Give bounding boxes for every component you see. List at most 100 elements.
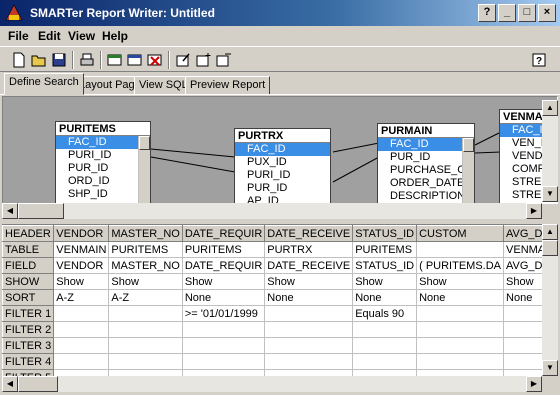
field-row[interactable]: PURI_ID xyxy=(235,169,330,182)
grid-cell[interactable]: ( PURITEMS.DA xyxy=(416,257,505,274)
diagram-vertical-scrollbar[interactable]: ▲ ▼ xyxy=(542,100,558,202)
field-row[interactable]: PUX_ID xyxy=(235,156,330,169)
close-button[interactable]: × xyxy=(538,4,556,22)
grid-cell[interactable] xyxy=(352,353,418,370)
grid-cell[interactable] xyxy=(264,321,354,338)
grid-cell[interactable]: VENMAIN xyxy=(503,241,542,258)
scroll-left-arrow-icon[interactable]: ◀ xyxy=(2,376,18,392)
grid-cell[interactable] xyxy=(503,305,542,322)
scroll-thumb[interactable] xyxy=(542,240,558,256)
scroll-up-arrow-icon[interactable]: ▲ xyxy=(542,224,558,240)
field-row[interactable]: SHP_ID xyxy=(56,188,150,201)
tab-view-sql[interactable]: View SQL xyxy=(134,76,193,95)
grid-cell[interactable]: None xyxy=(352,289,418,306)
app-icon[interactable] xyxy=(5,4,23,22)
delete-field-icon[interactable] xyxy=(214,51,232,69)
grid-cell[interactable]: None xyxy=(264,289,354,306)
grid-cell[interactable] xyxy=(108,321,183,338)
grid-cell[interactable]: Equals 90 xyxy=(352,305,418,322)
field-row[interactable]: FAC_ID xyxy=(56,136,150,149)
table-box-puritems[interactable]: PURITEMS FAC_ID PURI_ID PUR_ID ORD_ID SH… xyxy=(55,121,151,203)
grid-cell[interactable]: Show xyxy=(503,273,542,290)
grid-cell[interactable]: None xyxy=(416,289,505,306)
grid-cell[interactable] xyxy=(352,337,418,354)
grid-cell[interactable]: PURITEMS xyxy=(108,241,183,258)
grid-cell[interactable] xyxy=(264,353,354,370)
column-header-cell[interactable]: DATE_RECEIVE xyxy=(264,225,354,242)
grid-cell[interactable] xyxy=(264,305,354,322)
field-row[interactable]: ORD_ID xyxy=(56,175,150,188)
table-box-purtrx[interactable]: PURTRX FAC_ID PUX_ID PURI_ID PUR_ID AP_I… xyxy=(234,128,331,203)
column-header-cell[interactable]: AVG_DAYS_T xyxy=(503,225,542,242)
grid-cell[interactable] xyxy=(264,337,354,354)
edit-field-icon[interactable] xyxy=(174,51,192,69)
grid-cell[interactable] xyxy=(108,305,183,322)
grid-cell[interactable] xyxy=(416,337,505,354)
add-table-icon[interactable] xyxy=(106,51,124,69)
menu-help[interactable]: Help xyxy=(100,28,130,44)
maximize-button[interactable]: □ xyxy=(518,4,536,22)
scroll-thumb[interactable] xyxy=(18,376,58,392)
grid-cell[interactable] xyxy=(181,337,266,354)
grid-cell[interactable] xyxy=(503,353,542,370)
open-folder-icon[interactable] xyxy=(30,51,48,69)
grid-cell[interactable]: VENMAIN xyxy=(53,241,110,258)
scroll-right-arrow-icon[interactable]: ▶ xyxy=(526,203,542,219)
help-context-icon[interactable]: ? xyxy=(478,4,496,22)
grid-cell[interactable]: STATUS_ID xyxy=(352,257,418,274)
grid-cell[interactable]: None xyxy=(181,289,266,306)
grid-cell[interactable]: AVG_DAYS_TO xyxy=(503,257,542,274)
grid-cell[interactable] xyxy=(53,321,110,338)
grid-cell[interactable]: PURTRX xyxy=(264,241,354,258)
field-row[interactable]: PURI_ID xyxy=(56,149,150,162)
column-header-cell[interactable]: MASTER_NO xyxy=(108,225,183,242)
grid-cell[interactable]: PURITEMS xyxy=(181,241,266,258)
grid-cell[interactable] xyxy=(416,241,505,258)
grid-cell[interactable] xyxy=(416,321,505,338)
grid-cell[interactable]: Show xyxy=(264,273,354,290)
scroll-right-arrow-icon[interactable]: ▶ xyxy=(526,376,542,392)
field-row[interactable]: PURCHASE_C xyxy=(378,164,474,177)
field-row[interactable]: FAC_ID xyxy=(378,138,474,151)
grid-cell[interactable] xyxy=(108,337,183,354)
grid-cell[interactable]: PURITEMS xyxy=(352,241,418,258)
grid-cell[interactable]: Show xyxy=(416,273,505,290)
grid-cell[interactable]: DATE_REQUIR xyxy=(181,257,266,274)
grid-cell[interactable] xyxy=(503,321,542,338)
grid-cell[interactable] xyxy=(53,353,110,370)
edit-table-icon[interactable] xyxy=(126,51,144,69)
field-row[interactable]: FAC_ID xyxy=(235,143,330,156)
grid-cell[interactable] xyxy=(181,353,266,370)
grid-horizontal-scrollbar[interactable]: ◀ ▶ xyxy=(2,376,542,392)
grid-cell[interactable]: Show xyxy=(352,273,418,290)
context-help-icon[interactable]: ? xyxy=(530,51,548,69)
grid-vertical-scrollbar[interactable]: ▲ ▼ xyxy=(542,224,558,376)
tab-define-search[interactable]: Define Search xyxy=(4,73,84,95)
field-row[interactable]: DESCRIPTION xyxy=(378,190,474,203)
table-box-purmain[interactable]: PURMAIN FAC_ID PUR_ID PURCHASE_C ORDER_D… xyxy=(377,123,475,203)
scroll-up-arrow-icon[interactable]: ▲ xyxy=(542,100,558,116)
grid-cell[interactable]: >= '01/01/1999 xyxy=(181,305,266,322)
grid-cell[interactable] xyxy=(108,353,183,370)
grid-cell[interactable] xyxy=(416,305,505,322)
scroll-thumb[interactable] xyxy=(139,136,150,150)
column-header-cell[interactable]: CUSTOM xyxy=(416,225,505,242)
save-icon[interactable] xyxy=(50,51,68,69)
scroll-down-arrow-icon[interactable]: ▼ xyxy=(542,186,558,202)
grid-cell[interactable] xyxy=(503,337,542,354)
remove-table-icon[interactable] xyxy=(146,51,164,69)
diagram-horizontal-scrollbar[interactable]: ◀ ▶ xyxy=(2,203,542,219)
column-header-cell[interactable]: STATUS_ID xyxy=(352,225,418,242)
grid-cell[interactable] xyxy=(53,305,110,322)
grid-cell[interactable]: VENDOR xyxy=(53,257,110,274)
column-header-cell[interactable]: DATE_REQUIR xyxy=(181,225,266,242)
menu-file[interactable]: File xyxy=(6,28,31,44)
column-header-cell[interactable]: VENDOR xyxy=(53,225,110,242)
grid-cell[interactable]: A-Z xyxy=(108,289,183,306)
scroll-down-arrow-icon[interactable]: ▼ xyxy=(542,360,558,376)
table-scrollbar[interactable] xyxy=(462,138,474,203)
grid-cell[interactable] xyxy=(352,321,418,338)
table-diagram[interactable]: PURITEMS FAC_ID PURI_ID PUR_ID ORD_ID SH… xyxy=(2,96,558,204)
grid-cell[interactable]: None xyxy=(503,289,542,306)
menu-edit[interactable]: Edit xyxy=(36,28,63,44)
